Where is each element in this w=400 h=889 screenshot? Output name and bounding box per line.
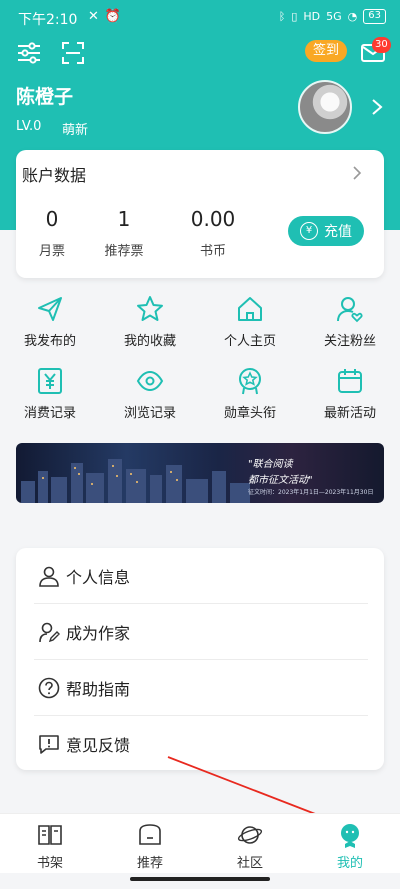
- mail-badge: 30: [372, 37, 391, 53]
- recharge-label: 充值: [324, 224, 352, 240]
- menu-followers[interactable]: 关注粉丝: [304, 294, 396, 354]
- scan-icon[interactable]: [60, 40, 86, 66]
- checkin-button[interactable]: 签到: [305, 40, 347, 62]
- menu-profile-home[interactable]: 个人主页: [204, 294, 296, 354]
- community-icon: [237, 826, 263, 844]
- menu-label: 消费记录: [23, 406, 76, 421]
- profile-name[interactable]: 陈橙子: [16, 82, 73, 109]
- menu-browse-history[interactable]: 浏览记录: [104, 366, 196, 426]
- banner-date: 征文时间：2023年1月1日—2023年11月30日: [248, 489, 374, 496]
- menu-my-posts[interactable]: 我发布的: [4, 294, 96, 354]
- feedback-icon: [39, 735, 59, 754]
- list-item-become-writer[interactable]: 成为作家: [16, 604, 368, 660]
- eye-icon: [136, 370, 164, 392]
- menu-spending-records[interactable]: 消费记录: [4, 366, 96, 426]
- vibrate-icon: ▯: [291, 10, 298, 23]
- list-item-help-guide[interactable]: 帮助指南: [16, 660, 368, 716]
- nav-label: 书架: [36, 856, 63, 871]
- star-icon: [137, 296, 163, 321]
- profile-level: LV.0: [16, 119, 42, 134]
- menu-label: 最新活动: [323, 406, 376, 421]
- nav-label: 我的: [336, 856, 363, 871]
- status-time: 下午2:10: [18, 12, 78, 28]
- help-icon: [38, 677, 60, 699]
- menu-latest-events[interactable]: 最新活动: [304, 366, 396, 426]
- bluetooth-icon: ᛒ: [278, 10, 286, 23]
- list-item-label: 成为作家: [66, 624, 131, 643]
- event-banner[interactable]: "联合阅读 都市征文活动" 征文时间：2023年1月1日—2023年11月30日: [16, 443, 384, 503]
- nav-label: 推荐: [136, 856, 163, 871]
- menu-label: 我发布的: [23, 334, 76, 349]
- stat-recommend-ticket-label: 推荐票: [104, 244, 144, 259]
- status-right-icons: ᛒ ▯ HD 5G ◔ 63: [279, 9, 386, 24]
- banner-title-line2: 都市征文活动": [248, 475, 313, 486]
- stat-recommend-ticket-value[interactable]: 1: [84, 207, 164, 231]
- nav-bookshelf[interactable]: 书架: [20, 822, 80, 871]
- paper-plane-icon: [38, 297, 62, 321]
- battery-indicator: 63: [363, 9, 386, 24]
- recommend-icon: [139, 824, 161, 845]
- user-icon: [39, 566, 59, 587]
- network-label: 5G: [326, 10, 342, 23]
- hd-icon: HD: [303, 10, 321, 23]
- chevron-right-icon[interactable]: [370, 98, 384, 116]
- home-icon: [238, 297, 262, 321]
- list-item-label: 意见反馈: [66, 736, 131, 755]
- menu-medals[interactable]: 勋章头衔: [204, 366, 296, 426]
- calendar-icon: [338, 369, 362, 393]
- nav-label: 社区: [236, 856, 263, 871]
- medal-icon: [239, 368, 261, 395]
- status-bar: 下午2:10 ✕⏰ ᛒ ▯ HD 5G ◔ 63: [0, 0, 400, 34]
- menu-my-favorites[interactable]: 我的收藏: [104, 294, 196, 354]
- home-indicator[interactable]: [130, 877, 270, 881]
- profile-icon: [341, 824, 359, 848]
- nav-community[interactable]: 社区: [220, 822, 280, 871]
- avatar[interactable]: [298, 80, 352, 134]
- account-title[interactable]: 账户数据: [22, 162, 86, 186]
- wifi-icon: ◔: [347, 10, 358, 23]
- user-heart-icon: [337, 297, 363, 323]
- chevron-right-icon[interactable]: [352, 166, 362, 180]
- stat-monthly-ticket-label: 月票: [38, 244, 65, 259]
- menu-label: 勋章头衔: [223, 406, 276, 421]
- menu-label: 关注粉丝: [323, 334, 376, 349]
- profile-title: 萌新: [62, 123, 89, 138]
- banner-title-line1: "联合阅读: [248, 459, 293, 470]
- nav-profile[interactable]: 我的: [320, 822, 380, 871]
- yen-icon: ¥: [300, 222, 318, 240]
- yen-receipt-icon: [38, 368, 62, 394]
- list-item-personal-info[interactable]: 个人信息: [16, 548, 368, 604]
- bottom-navigation: 书架 推荐 社区 我的: [0, 813, 400, 873]
- list-item-feedback[interactable]: 意见反馈: [16, 716, 368, 772]
- bookshelf-icon: [38, 825, 62, 845]
- nav-recommend[interactable]: 推荐: [120, 822, 180, 871]
- settings-sliders-icon[interactable]: [16, 40, 42, 66]
- stat-monthly-ticket-value[interactable]: 0: [12, 207, 92, 231]
- list-item-label: 帮助指南: [66, 680, 131, 699]
- city-skyline-image: [21, 459, 250, 503]
- stat-coins-value[interactable]: 0.00: [173, 207, 253, 231]
- writer-icon: [39, 622, 60, 643]
- menu-label: 浏览记录: [123, 406, 176, 421]
- stat-coins-label: 书币: [199, 244, 226, 259]
- list-item-label: 个人信息: [66, 568, 131, 587]
- status-notification-icons: ✕⏰: [88, 9, 128, 24]
- recharge-button[interactable]: ¥ 充值: [288, 216, 364, 246]
- menu-label: 我的收藏: [123, 334, 176, 349]
- menu-label: 个人主页: [223, 334, 276, 349]
